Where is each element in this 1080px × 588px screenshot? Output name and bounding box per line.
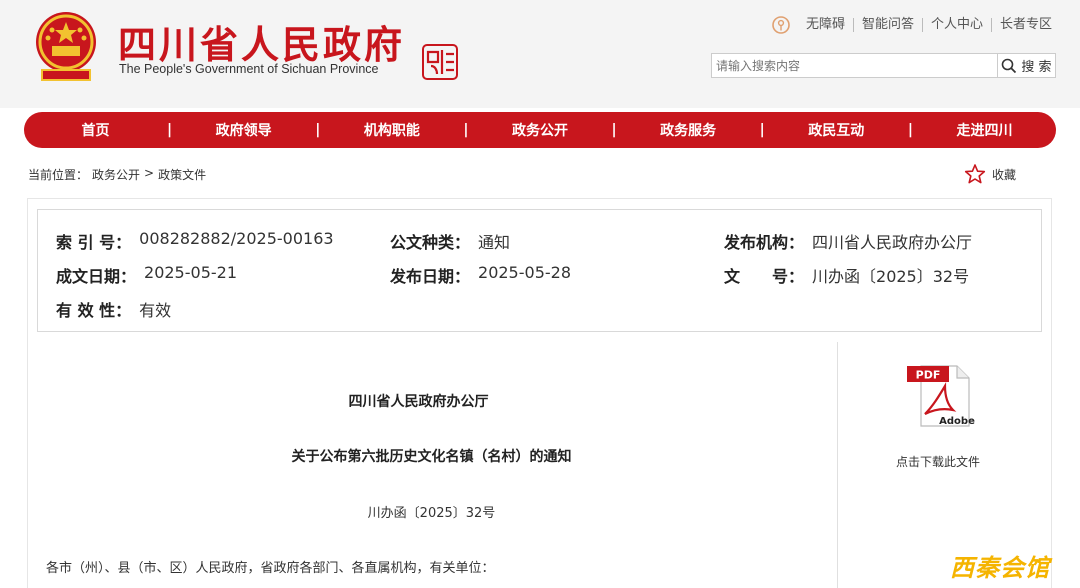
star-icon (964, 164, 986, 184)
info-publisher: 发布机构： 四川省人民政府办公厅 (724, 229, 972, 253)
document-number: 川办函〔2025〕32号 (367, 506, 496, 521)
info-written-date: 成文日期： 2025-05-21 (56, 263, 237, 287)
info-value: 2025-05-28 (478, 263, 571, 282)
info-value: 008282882/2025-00163 (139, 229, 334, 248)
info-label: 发布日期： (390, 267, 471, 286)
toplink-elder-zone[interactable]: 长者专区 (992, 18, 1052, 32)
info-label: 成文日期： (56, 267, 137, 286)
nav-item-institutions[interactable]: 机构职能 (320, 120, 463, 140)
search-icon (1002, 58, 1017, 73)
nav-item-interaction[interactable]: 政民互动 (765, 120, 908, 140)
search-box (711, 53, 998, 78)
info-value: 川办函〔2025〕32号 (812, 267, 970, 286)
info-label: 索 引 号： (56, 233, 132, 252)
site-title[interactable]: 四川省人民政府 (118, 14, 405, 69)
info-validity: 有 效 性： 有效 (56, 297, 171, 321)
info-label: 文 号： (724, 267, 805, 286)
site-header: 四川省人民政府 The People's Government of Sichu… (0, 0, 1080, 108)
breadcrumb-separator: > (144, 166, 155, 180)
watermark: 西秦会馆 (950, 554, 1050, 582)
document-title: 关于公布第六批历史文化名镇（名村）的通知 (291, 449, 572, 465)
breadcrumb-item-policy-docs[interactable]: 政策文件 (158, 166, 206, 183)
search-button[interactable]: 搜 索 (997, 53, 1056, 78)
nav-item-leaders[interactable]: 政府领导 (172, 120, 315, 140)
info-publish-date: 发布日期： 2025-05-28 (390, 263, 571, 287)
info-value: 四川省人民政府办公厅 (812, 233, 973, 252)
info-doc-type: 公文种类： 通知 (390, 229, 510, 253)
nav-item-public-affairs[interactable]: 政务公开 (468, 120, 611, 140)
search-button-label: 搜 索 (1021, 60, 1052, 75)
info-value: 2025-05-21 (144, 263, 237, 282)
sichuan-seal-icon (422, 44, 458, 80)
main-nav: 首页 | 政府领导 | 机构职能 | 政务公开 | 政务服务 | 政民互动 | … (24, 112, 1056, 148)
favorite-label: 收藏 (992, 167, 1017, 182)
pdf-download-icon[interactable]: PDF Adobe (907, 362, 975, 430)
breadcrumb-item-public-affairs[interactable]: 政务公开 (92, 166, 140, 183)
info-index-no: 索 引 号： 008282882/2025-00163 (56, 229, 334, 253)
breadcrumb-prefix: 当前位置： (28, 168, 89, 182)
info-label: 发布机构： (724, 233, 805, 252)
favorite-button[interactable]: 收藏 (964, 163, 1016, 185)
info-doc-no: 文 号： 川办函〔2025〕32号 (724, 263, 969, 287)
nav-item-about-sichuan[interactable]: 走进四川 (913, 120, 1056, 140)
site-subtitle: The People's Government of Sichuan Provi… (119, 62, 379, 76)
nav-item-services[interactable]: 政务服务 (617, 120, 760, 140)
pdf-download-link[interactable]: 点击下载此文件 (896, 453, 980, 470)
document-issuer: 四川省人民政府办公厅 (348, 394, 489, 410)
document-salutation: 各市（州）、县（市、区）人民政府，省政府各部门、各直属机构，有关单位： (46, 561, 495, 576)
toplink-accessibility[interactable]: 无障碍 (798, 18, 854, 32)
search-input[interactable] (712, 54, 997, 77)
info-value: 有效 (139, 301, 172, 320)
info-value: 通知 (478, 233, 511, 252)
nav-item-home[interactable]: 首页 (24, 120, 167, 140)
info-label: 有 效 性： (56, 301, 132, 320)
document-info-table: 索 引 号： 008282882/2025-00163 公文种类： 通知 发布机… (37, 209, 1042, 332)
toplink-smart-qa[interactable]: 智能问答 (854, 18, 923, 32)
pdf-icon-brand: Adobe (939, 416, 975, 427)
breadcrumb: 当前位置： 政务公开 > 政策文件 (28, 166, 206, 183)
top-links: 无障碍 智能问答 个人中心 长者专区 (772, 16, 1052, 34)
pdf-icon-label: PDF (916, 369, 941, 382)
wechat-icon[interactable] (772, 16, 790, 34)
toplink-personal-center[interactable]: 个人中心 (923, 18, 992, 32)
national-emblem-icon[interactable] (28, 8, 104, 84)
info-label: 公文种类： (390, 233, 471, 252)
